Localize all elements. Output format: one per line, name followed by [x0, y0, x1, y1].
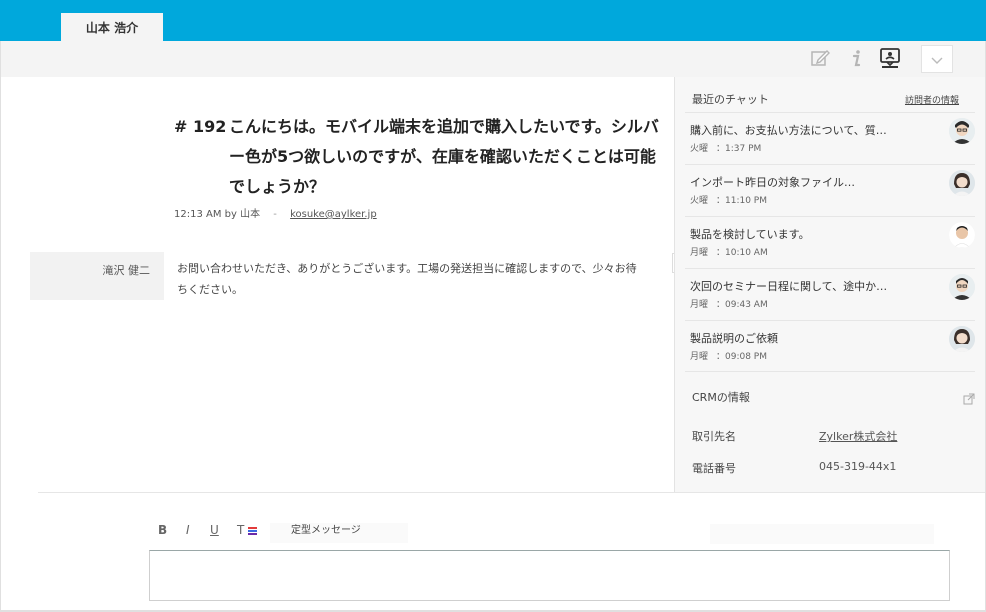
reply-author-name: 滝沢 健二	[102, 264, 151, 277]
top-bar: 山本 浩介	[0, 0, 986, 41]
external-link-icon[interactable]	[963, 390, 975, 409]
frame-left-border	[0, 77, 1, 612]
crm-phone-value: 045-319-44x1	[819, 460, 897, 473]
meta-separator: -	[273, 209, 277, 220]
avatar	[949, 118, 975, 144]
chat-item-time: 月曜 ：10:10 AM	[690, 245, 768, 258]
reply-author-box: 滝沢 健二	[30, 252, 164, 300]
underline-button[interactable]: U	[210, 523, 219, 537]
text-color-label: T	[237, 523, 245, 537]
chat-icon[interactable]	[879, 47, 901, 69]
chat-item-day: 火曜	[690, 144, 709, 154]
chat-item-time: 月曜 ：09:08 PM	[690, 349, 767, 362]
chat-item[interactable]: 次回のセミナー日程に関して、途中か… 月曜 ：09:43 AM	[685, 268, 975, 320]
canned-message-selector[interactable]: 定型メッセージ	[270, 523, 408, 543]
chat-item-title: 製品を検討しています。	[690, 228, 810, 241]
message-input[interactable]	[149, 550, 950, 601]
chat-item-clock: ：1:37 PM	[716, 144, 762, 154]
message-time: 12:13 AM by 山本	[174, 209, 261, 220]
avatar	[949, 274, 975, 300]
chat-item-title: 次回のセミナー日程に関して、途中か…	[690, 280, 888, 293]
italic-button[interactable]: I	[186, 523, 190, 537]
crm-account-link[interactable]: Zylker株式会社	[819, 428, 897, 444]
canned-message-label: 定型メッセージ	[291, 525, 361, 536]
crm-account-label: 取引先名	[692, 430, 736, 443]
chevron-down-icon	[931, 50, 943, 69]
chat-item-title: 製品説明のご依頼	[690, 332, 778, 345]
chat-item-clock: ：11:10 PM	[716, 196, 767, 206]
ticket-number: # 192	[174, 117, 227, 136]
text-color-button[interactable]: T	[237, 523, 258, 537]
recent-chats-list: 購入前に、お支払い方法について、質… 火曜 ：1:37 PM インポート昨日の対象…	[685, 112, 975, 372]
chat-item-day: 月曜	[690, 300, 709, 310]
chat-item[interactable]: 製品説明のご依頼 月曜 ：09:08 PM	[685, 320, 975, 372]
chat-item[interactable]: インポート昨日の対象ファイル… 火曜 ：11:10 PM	[685, 164, 975, 216]
visitor-tab[interactable]: 山本 浩介	[61, 13, 163, 41]
message-meta: 12:13 AM by 山本 - kosuke@aylker.jp	[174, 205, 377, 220]
recent-chats-heading: 最近のチャット	[692, 93, 769, 106]
chat-item-day: 火曜	[690, 196, 709, 206]
right-panel: 最近のチャット 訪問者の情報 購入前に、お支払い方法について、質… 火曜 ：1:3…	[674, 77, 985, 492]
chat-item-clock: ：10:10 AM	[716, 248, 768, 258]
chat-item-time: 月曜 ：09:43 AM	[690, 297, 768, 310]
visitor-tab-label: 山本 浩介	[85, 20, 139, 35]
color-swatch-icon	[248, 527, 258, 535]
chat-toolbar	[0, 41, 986, 77]
chat-item-title: 購入前に、お支払い方法について、質…	[690, 124, 887, 137]
chat-item[interactable]: 購入前に、お支払い方法について、質… 火曜 ：1:37 PM	[685, 112, 975, 164]
chat-item[interactable]: 製品を検討しています。 月曜 ：10:10 AM	[685, 216, 975, 268]
edit-icon[interactable]	[809, 47, 831, 69]
avatar	[949, 326, 975, 352]
chat-item-title: インポート昨日の対象ファイル…	[690, 176, 855, 189]
chat-item-day: 月曜	[690, 352, 709, 362]
info-icon[interactable]	[845, 47, 867, 69]
editor-divider	[38, 492, 985, 493]
editor-option-bar	[710, 524, 934, 544]
chat-item-day: 月曜	[690, 248, 709, 258]
avatar	[949, 222, 975, 248]
visitor-info-link[interactable]: 訪問者の情報	[905, 93, 959, 106]
chat-item-time: 火曜 ：11:10 PM	[690, 193, 767, 206]
message-text: こんにちは。モバイル端末を追加で購入したいです。シルバー色が5つ欲しいのですが、…	[229, 117, 659, 196]
reply-text: お問い合わせいただき、ありがとうございます。工場の発送担当に確認しますので、少々…	[177, 262, 637, 296]
chat-item-clock: ：09:43 AM	[716, 300, 768, 310]
more-dropdown[interactable]	[921, 45, 953, 73]
chat-item-clock: ：09:08 PM	[716, 352, 767, 362]
crm-heading: CRMの情報	[692, 391, 750, 404]
visitor-email-link[interactable]: kosuke@aylker.jp	[290, 209, 377, 220]
avatar	[949, 170, 975, 196]
chat-item-time: 火曜 ：1:37 PM	[690, 141, 761, 154]
crm-phone-label: 電話番号	[692, 462, 736, 475]
bold-button[interactable]: B	[158, 523, 167, 537]
